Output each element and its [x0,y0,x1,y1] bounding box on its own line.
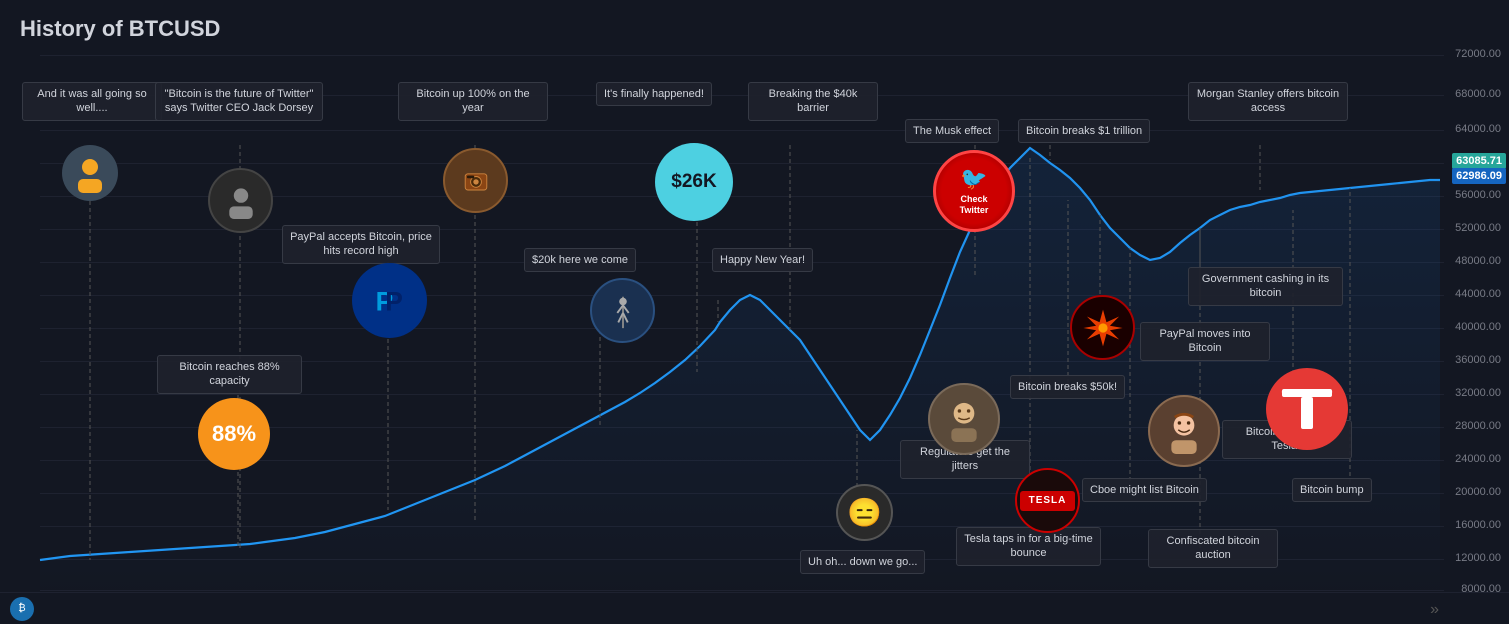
y-label-64000: 64000.00 [1455,123,1501,135]
icon-person-climb [590,278,655,343]
icon-jack-dorsey [208,168,273,233]
y-label-72000: 72000.00 [1455,48,1501,60]
y-label-28000: 28000.00 [1455,420,1501,432]
icon-starburst [1070,295,1135,360]
chart-container: History of BTCUSD 72000.00 68000.00 6400… [0,0,1509,624]
y-label-36000: 36000.00 [1455,354,1501,366]
price-label-high: 63085.71 [1452,153,1506,169]
icon-tesla-red [1266,368,1348,450]
y-label-32000: 32000.00 [1455,387,1501,399]
price-label-low: 62986.09 [1452,168,1506,184]
brand-logo: ₿ [10,597,34,621]
y-label-44000: 44000.00 [1455,288,1501,300]
y-label-48000: 48000.00 [1455,255,1501,267]
icon-paypal: P P [352,263,427,338]
y-label-56000: 56000.00 [1455,189,1501,201]
bottom-bar: ₿ [0,592,1509,624]
icon-musk-twitter: 🐦 Check Twitter [933,150,1015,232]
svg-text:P: P [385,286,403,316]
icon-woman [1148,395,1220,467]
icon-26k: $26K [655,143,733,221]
icon-sad-face: 😑 [836,484,893,541]
icon-radio [443,148,508,213]
nav-arrows-forward[interactable]: » [1430,601,1439,619]
y-label-68000: 68000.00 [1455,88,1501,100]
y-label-20000: 20000.00 [1455,486,1501,498]
price-chart-svg [0,0,1440,600]
y-label-24000: 24000.00 [1455,453,1501,465]
y-label-52000: 52000.00 [1455,222,1501,234]
y-label-12000: 12000.00 [1455,552,1501,564]
icon-yellen [928,383,1000,455]
y-label-40000: 40000.00 [1455,321,1501,333]
icon-88pct: 88% [198,398,270,470]
icon-person-1 [62,145,118,201]
icon-tesla-dark: TESLA [1015,468,1080,533]
y-label-16000: 16000.00 [1455,519,1501,531]
